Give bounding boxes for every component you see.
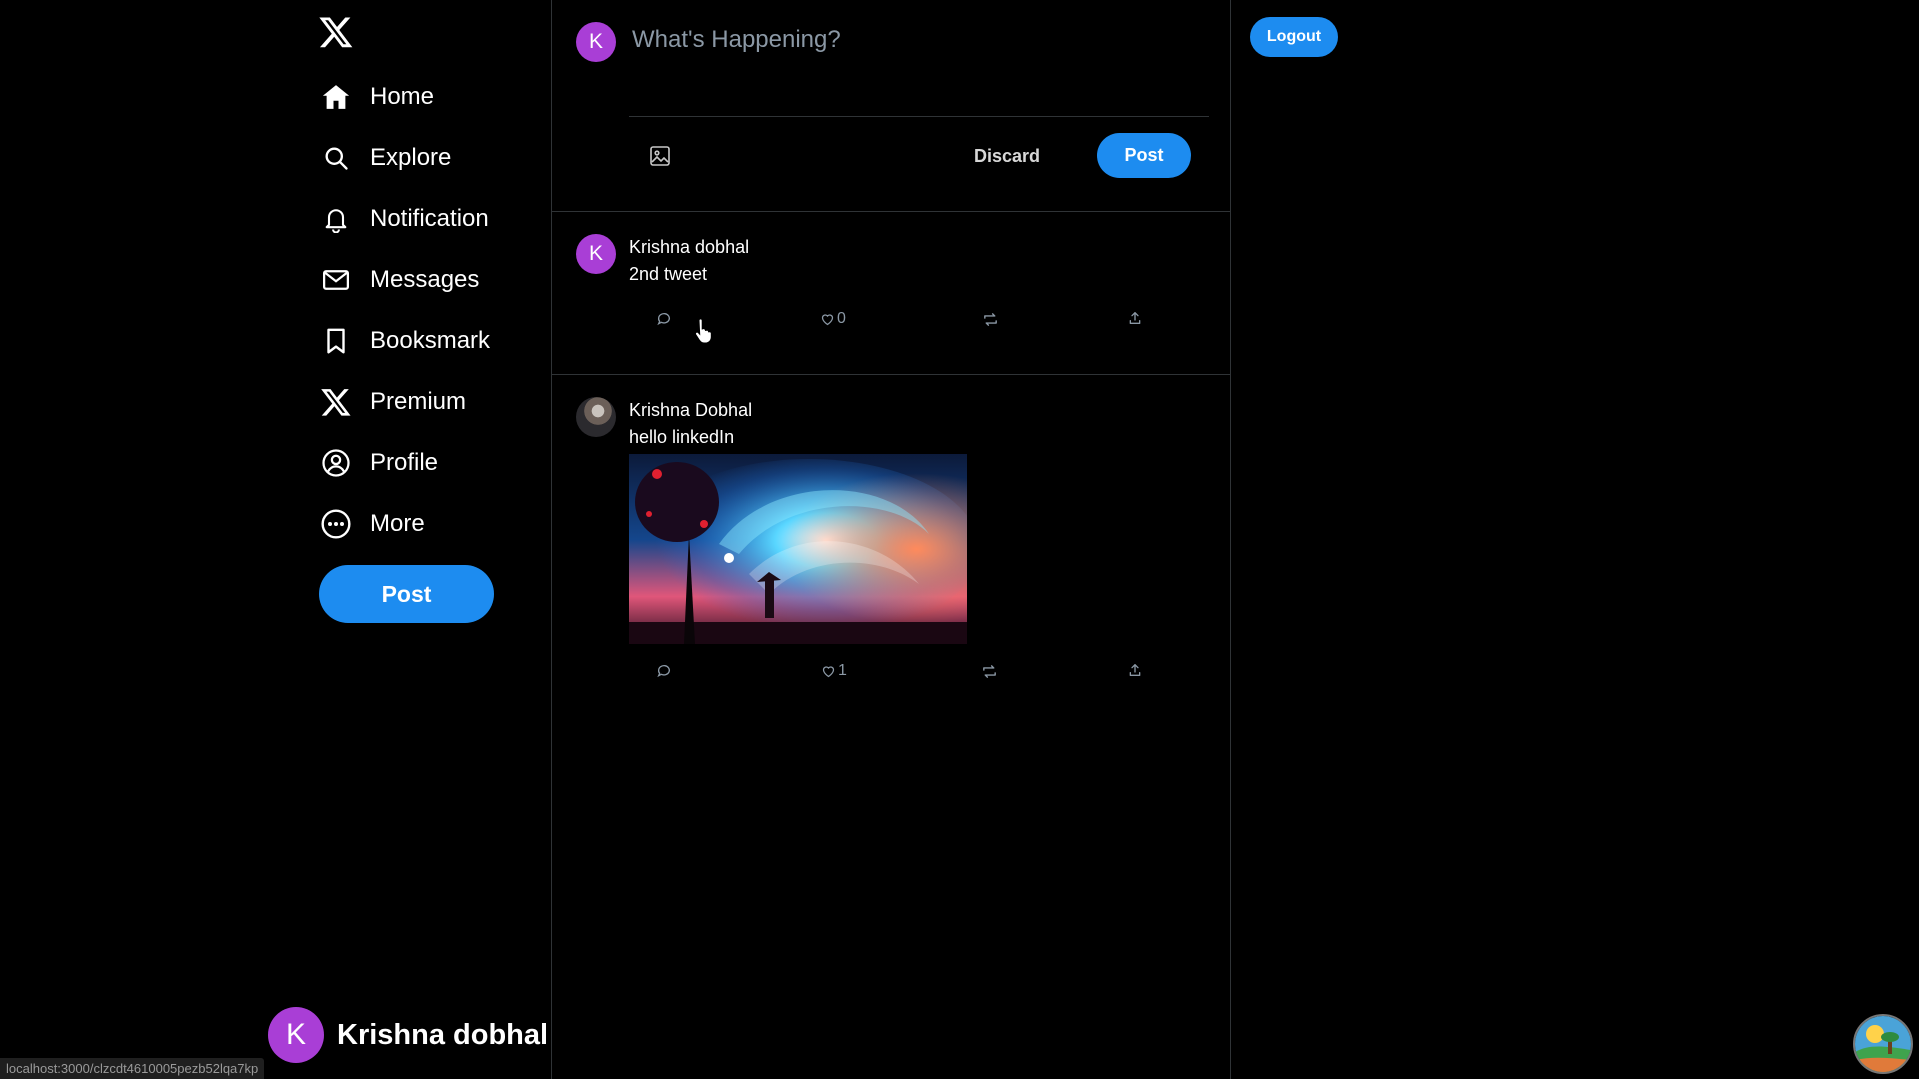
nav-item-more[interactable]: More [318,493,490,554]
home-icon [318,79,354,115]
nav-label-more: More [370,509,425,537]
nav-label-bookmarks: Booksmark [370,326,491,354]
tweet-composer: K Discard Post [552,0,1230,212]
like-count: 1 [838,662,847,679]
like-button[interactable]: 1 [819,662,847,680]
bookmark-icon [318,323,354,359]
nav-label-messages: Messages [370,265,480,293]
more-icon [318,506,354,542]
composer-avatar: K [576,22,616,62]
avatar: K [268,1007,324,1063]
nav-label-premium: Premium [370,387,467,415]
retweet-icon [981,663,998,680]
corner-avatar[interactable] [1853,1014,1913,1074]
bell-icon [318,201,354,237]
tweet-text: 2nd tweet [629,264,708,284]
share-button[interactable] [1125,662,1143,678]
retweet-button[interactable] [980,311,999,328]
tweet-author[interactable]: Krishna dobhal [629,237,749,258]
mail-icon [318,262,354,298]
nav-label-notification: Notification [370,204,489,232]
browser-status-url: localhost:3000/clzcdt4610005pezb52lqa7kp [0,1058,265,1079]
reply-icon [656,311,672,327]
tweet-item[interactable]: Krishna Dobhal hello linkedIn 1 [552,375,1230,705]
account-switcher[interactable]: K Krishna dobhal [268,1007,548,1063]
tweet-actions [552,212,1230,234]
nav-item-profile[interactable]: Profile [318,432,490,493]
tweet-text: hello linkedIn [629,427,735,447]
tweet-avatar [576,397,616,437]
main-feed: K Discard Post K Krishna dobhal 2nd twee… [552,0,1231,1079]
nav-item-notification[interactable]: Notification [318,188,490,249]
share-icon [1127,662,1143,678]
nav-item-premium[interactable]: Premium [318,371,490,432]
logout-button[interactable]: Logout [1250,17,1338,57]
nav-item-messages[interactable]: Messages [318,249,490,310]
nav-item-home[interactable]: Home [318,66,490,127]
composer-divider [629,116,1209,117]
main-nav: Home Explore Notification Messages Books… [318,66,490,554]
reply-icon [656,663,672,679]
retweet-icon [982,311,999,328]
account-name: Krishna dobhal [337,1018,549,1051]
nav-item-explore[interactable]: Explore [318,127,490,188]
left-sidebar: Home Explore Notification Messages Books… [0,0,552,1079]
tweet-avatar: K [576,234,616,274]
nav-label-profile: Profile [370,448,439,476]
heart-icon [821,664,836,679]
sidebar-post-button[interactable]: Post [319,565,494,623]
like-button[interactable]: 0 [818,310,846,328]
nav-label-home: Home [370,82,435,110]
x-logo-icon[interactable] [318,14,354,50]
share-icon [1127,310,1143,326]
search-icon [318,140,354,176]
retweet-button[interactable] [979,663,998,680]
heart-icon [820,312,835,327]
tweet-author[interactable]: Krishna Dobhal [629,400,752,421]
like-count: 0 [837,310,846,327]
tweet-image[interactable] [629,454,967,644]
nav-label-explore: Explore [370,143,452,171]
reply-button[interactable] [654,663,672,679]
compose-input[interactable] [630,22,1174,58]
profile-icon [318,445,354,481]
discard-button[interactable]: Discard [962,138,1052,174]
app-root: Home Explore Notification Messages Books… [0,0,1919,1079]
reply-button[interactable] [654,311,672,327]
x-icon [318,384,354,420]
compose-post-button[interactable]: Post [1097,133,1191,178]
image-upload-icon[interactable] [648,144,672,168]
share-button[interactable] [1125,310,1143,326]
tweet-item[interactable]: K Krishna dobhal 2nd tweet 0 [552,212,1230,375]
hand-cursor-icon [693,318,713,344]
nav-item-bookmarks[interactable]: Booksmark [318,310,490,371]
